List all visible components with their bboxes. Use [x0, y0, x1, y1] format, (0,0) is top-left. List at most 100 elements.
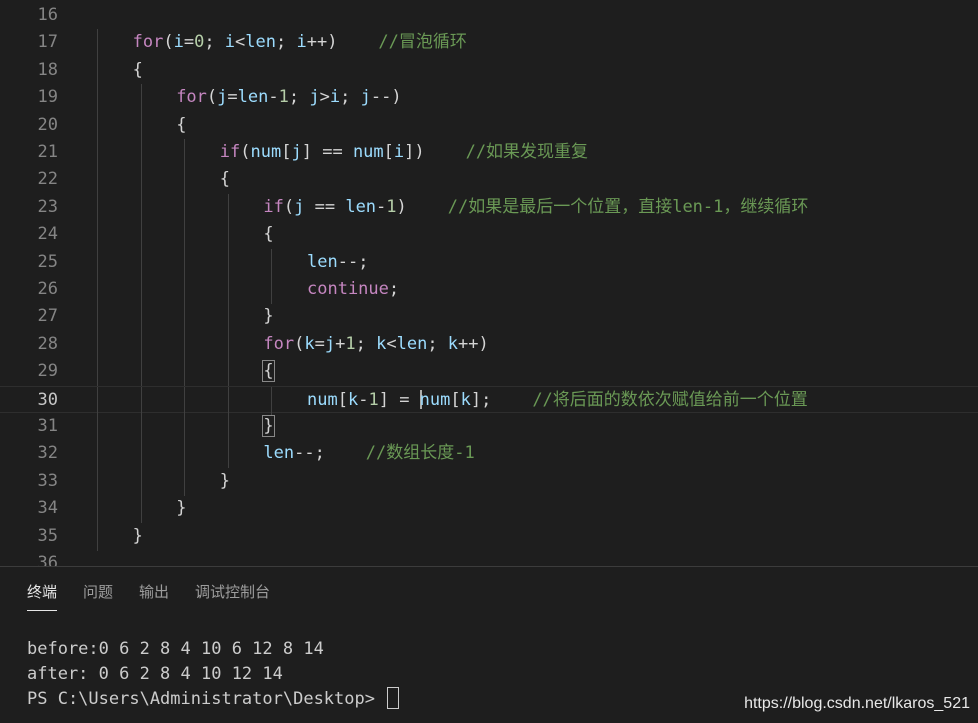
tab-terminal[interactable]: 终端	[27, 581, 58, 611]
code-token: {	[219, 169, 231, 190]
code-line[interactable]: 34}	[0, 495, 978, 524]
indent-guide	[97, 248, 98, 277]
line-number: 27	[37, 306, 58, 327]
indent-guide	[140, 495, 142, 524]
code-token: ;	[427, 333, 448, 354]
code-token: j	[294, 196, 305, 217]
indent-guide	[140, 440, 142, 469]
line-number: 21	[37, 142, 58, 162]
indent-guide	[140, 166, 142, 195]
indent-guide	[184, 386, 186, 415]
code-line[interactable]: 19 for(j=len-1; j>i; j--)	[0, 84, 978, 113]
indent-guide	[271, 386, 273, 415]
line-number: 17	[37, 32, 58, 53]
code-line[interactable]: 17 for(i=0; i<len; i++) //冒泡循环	[0, 29, 978, 58]
code-line[interactable]: 25 len--;	[0, 248, 978, 277]
code-line[interactable]: 24 {	[0, 221, 978, 250]
tab-debug-console[interactable]: 调试控制台	[195, 581, 270, 610]
indent-guide	[227, 221, 229, 250]
terminal-prompt-line[interactable]: PS C:\Users\Administrator\Desktop>	[27, 687, 400, 712]
code-token: =	[227, 87, 238, 108]
code-token: len	[396, 333, 428, 354]
code-token: j	[217, 87, 228, 108]
code-line[interactable]: 28 for(k=j+1; k<len; k++)	[0, 330, 978, 359]
line-number: 16	[37, 5, 58, 25]
line-number: 18	[37, 59, 58, 80]
code-line[interactable]: 26 continue;	[0, 276, 978, 304]
code-line[interactable]: 36	[0, 550, 978, 566]
indent-guide	[184, 276, 186, 304]
code-token: {	[263, 224, 274, 245]
code-line[interactable]: 20 {	[0, 111, 978, 140]
code-token: i	[393, 142, 405, 162]
code-line[interactable]: 27}	[0, 303, 978, 332]
code-line[interactable]: 32 len--; //数组长度-1	[0, 440, 978, 469]
code-token: (	[240, 142, 251, 162]
code-token: 1	[278, 87, 289, 108]
indent-guide	[97, 495, 98, 524]
code-token: ;	[276, 32, 297, 53]
code-token: //将后面的数依次赋值给前一个位置	[532, 389, 808, 410]
code-token: j	[324, 333, 336, 354]
indent-guide	[140, 386, 142, 415]
code-token: +	[335, 333, 346, 354]
indent-guide	[97, 139, 98, 167]
code-token: [	[383, 142, 394, 162]
indent-guide	[227, 358, 229, 387]
line-number: 23	[37, 196, 58, 217]
code-line[interactable]: 23 if(j == len-1) //如果是最后一个位置，直接len-1，继续循…	[0, 193, 978, 222]
code-token: --;	[294, 443, 366, 464]
line-number: 22	[37, 169, 58, 190]
code-token: j	[309, 87, 320, 108]
code-token: num	[352, 142, 384, 162]
indent-guide	[271, 248, 273, 277]
code-text: {	[262, 358, 275, 385]
indent-guide	[140, 413, 142, 441]
code-token: [	[450, 389, 461, 410]
code-line[interactable]: 16	[0, 2, 978, 29]
code-token: =	[314, 333, 325, 354]
code-editor[interactable]: 16 17 for(i=0; i<len; i++) //冒泡循环 18{19 for(…	[0, 0, 978, 566]
indent-guide	[97, 440, 98, 469]
code-token: (	[294, 333, 305, 354]
indent-guide	[184, 330, 186, 359]
code-token: ];	[470, 389, 533, 410]
code-token: (	[163, 32, 174, 53]
code-token: //如果发现重复	[465, 142, 589, 162]
code-line[interactable]: 30 num[k-1] = num[k]; //将后面的数依次赋值给前一个位置	[0, 385, 978, 415]
indent-guide	[227, 276, 229, 304]
code-token: ;	[388, 279, 400, 299]
terminal-output[interactable]: before:0 6 2 8 4 10 6 12 8 14 after: 0 6 …	[27, 637, 400, 712]
indent-guide	[97, 84, 98, 113]
code-line[interactable]: 31}	[0, 413, 978, 441]
line-number: 20	[37, 114, 58, 135]
code-line[interactable]: 35}	[0, 522, 978, 551]
tab-problems[interactable]: 问题	[83, 581, 113, 610]
code-token: k	[304, 333, 315, 354]
code-token: i	[329, 87, 341, 108]
code-token: )	[396, 196, 448, 217]
terminal-line: before:0 6 2 8 4 10 6 12 8 14	[27, 639, 324, 659]
indent-guide	[184, 248, 186, 277]
code-token: //冒泡循环	[378, 32, 467, 53]
indent-guide	[140, 467, 142, 496]
indent-guide	[184, 221, 186, 250]
code-line[interactable]: 29 {	[0, 358, 978, 387]
code-token: ;	[340, 87, 361, 108]
code-line[interactable]: 18 {	[0, 56, 978, 85]
tab-output[interactable]: 输出	[139, 581, 169, 610]
code-token: k	[347, 389, 359, 410]
code-token: ] ==	[301, 142, 353, 162]
code-line[interactable]: 21 if(num[j] == num[i]) //如果发现重复	[0, 139, 978, 167]
indent-guide	[184, 193, 186, 222]
code-line[interactable]: 33}	[0, 467, 978, 496]
line-number: 19	[37, 87, 58, 108]
code-line[interactable]: 22 {	[0, 166, 978, 195]
code-token: k	[460, 389, 471, 410]
code-token: {	[262, 360, 275, 383]
code-text: len--; //数组长度-1	[263, 440, 474, 467]
line-number: 32	[37, 443, 58, 464]
code-token: }	[262, 415, 275, 437]
indent-guide	[97, 467, 98, 496]
code-token: if	[263, 196, 284, 217]
